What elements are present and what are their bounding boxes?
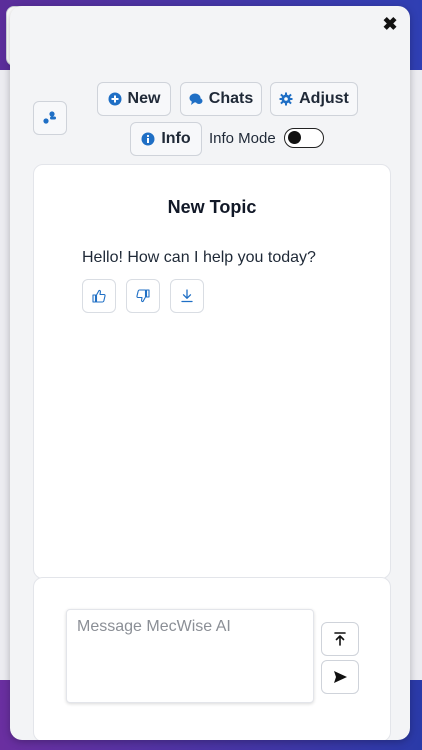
thumbs-down-icon [136,289,150,303]
message-actions [82,279,204,313]
close-icon: ✖ [382,14,398,34]
sidebar-dots-icon [43,111,56,124]
download-button[interactable] [170,279,204,313]
composer [33,577,391,740]
send-icon [334,671,347,683]
info-mode-label: Info Mode [209,130,276,147]
chats-button-label: Chats [208,90,254,107]
chat-title: New Topic [167,197,257,217]
chat-panel: ✖ New Chats Adjust Info Info Mode New To… [10,6,410,740]
message-input[interactable] [66,609,314,703]
adjust-button[interactable]: Adjust [270,82,358,116]
assistant-message: Hello! How can I help you today? [82,249,316,266]
adjust-button-label: Adjust [299,90,349,107]
info-circle-icon [141,132,155,146]
info-button-label: Info [161,130,191,147]
info-mode-toggle[interactable] [284,128,324,148]
gear-icon [279,92,293,106]
chat-area: New Topic Hello! How can I help you toda… [33,164,391,579]
sidebar-toggle-button[interactable] [33,101,67,135]
chats-button[interactable]: Chats [180,82,262,116]
plus-circle-icon [108,92,122,106]
upload-icon [334,632,346,646]
close-button[interactable]: ✖ [380,14,400,34]
upload-button[interactable] [321,622,359,656]
new-button[interactable]: New [97,82,171,116]
like-button[interactable] [82,279,116,313]
thumbs-up-icon [92,289,106,303]
send-button[interactable] [321,660,359,694]
new-button-label: New [127,90,161,107]
chat-bubbles-icon [189,93,203,105]
download-icon [181,289,193,303]
toggle-knob [288,131,301,144]
info-button[interactable]: Info [130,122,202,156]
dislike-button[interactable] [126,279,160,313]
